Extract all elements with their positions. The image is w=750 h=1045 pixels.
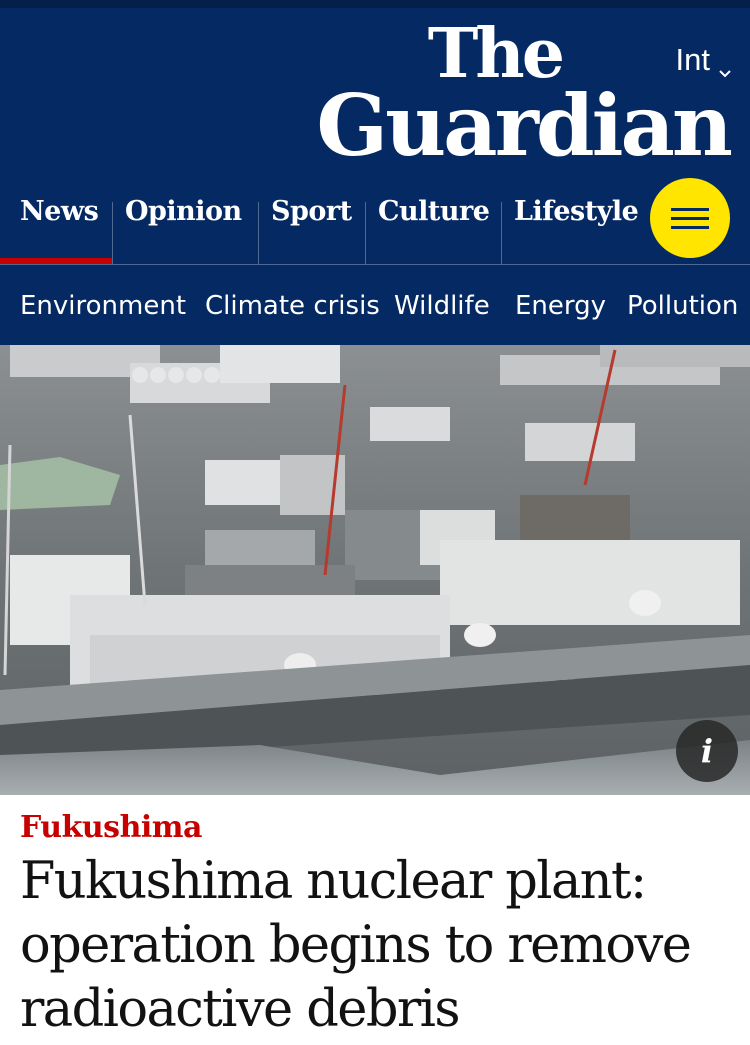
guardian-logo[interactable]: The Guardian (316, 20, 733, 175)
subnav-wildlife[interactable]: Wildlife (394, 291, 490, 321)
pillar-opinion-label: Opinion (125, 196, 242, 227)
pillar-culture-label: Culture (378, 196, 490, 227)
divider (365, 202, 366, 264)
pillar-lifestyle[interactable]: Lifestyle (501, 180, 649, 264)
menu-bar (671, 207, 709, 211)
logo-guardian: Guardian (316, 76, 733, 175)
article-main-image (0, 345, 750, 795)
pillar-culture[interactable]: Culture (365, 180, 501, 264)
menu-bar (671, 225, 709, 229)
hamburger-menu-icon[interactable] (650, 178, 730, 258)
edition-label: Int (675, 42, 710, 77)
article-kicker[interactable]: Fukushima (20, 810, 202, 845)
menu-bar (671, 216, 709, 220)
pillar-opinion[interactable]: Opinion (112, 180, 258, 264)
top-strip (0, 0, 750, 8)
pillar-nav: News Opinion Sport Culture Lifestyle (0, 180, 750, 264)
pillar-sport[interactable]: Sport (258, 180, 365, 264)
article-headline: Fukushima nuclear plant: operation begin… (20, 852, 692, 1039)
edition-selector[interactable]: Int (676, 42, 732, 78)
sub-nav: Environment Climate crisis Wildlife Ener… (0, 265, 750, 345)
pillar-lifestyle-label: Lifestyle (514, 196, 639, 227)
subnav-pollution[interactable]: Pollution (627, 291, 738, 321)
info-label: i (700, 732, 714, 770)
subnav-energy[interactable]: Energy (515, 291, 606, 321)
divider (501, 202, 502, 264)
nuclear-plant-aerial-photo (0, 345, 750, 795)
pillar-news[interactable]: News (0, 180, 112, 264)
subnav-environment[interactable]: Environment (20, 291, 186, 321)
pillar-news-label: News (20, 196, 99, 227)
pillar-sport-label: Sport (271, 196, 352, 227)
info-icon[interactable]: i (676, 720, 738, 782)
site-header: The Guardian Int News Opinion Sport Cult… (0, 0, 750, 345)
divider (258, 202, 259, 264)
subnav-climate-crisis[interactable]: Climate crisis (205, 291, 380, 321)
divider (112, 202, 113, 264)
chevron-down-icon (718, 53, 732, 78)
